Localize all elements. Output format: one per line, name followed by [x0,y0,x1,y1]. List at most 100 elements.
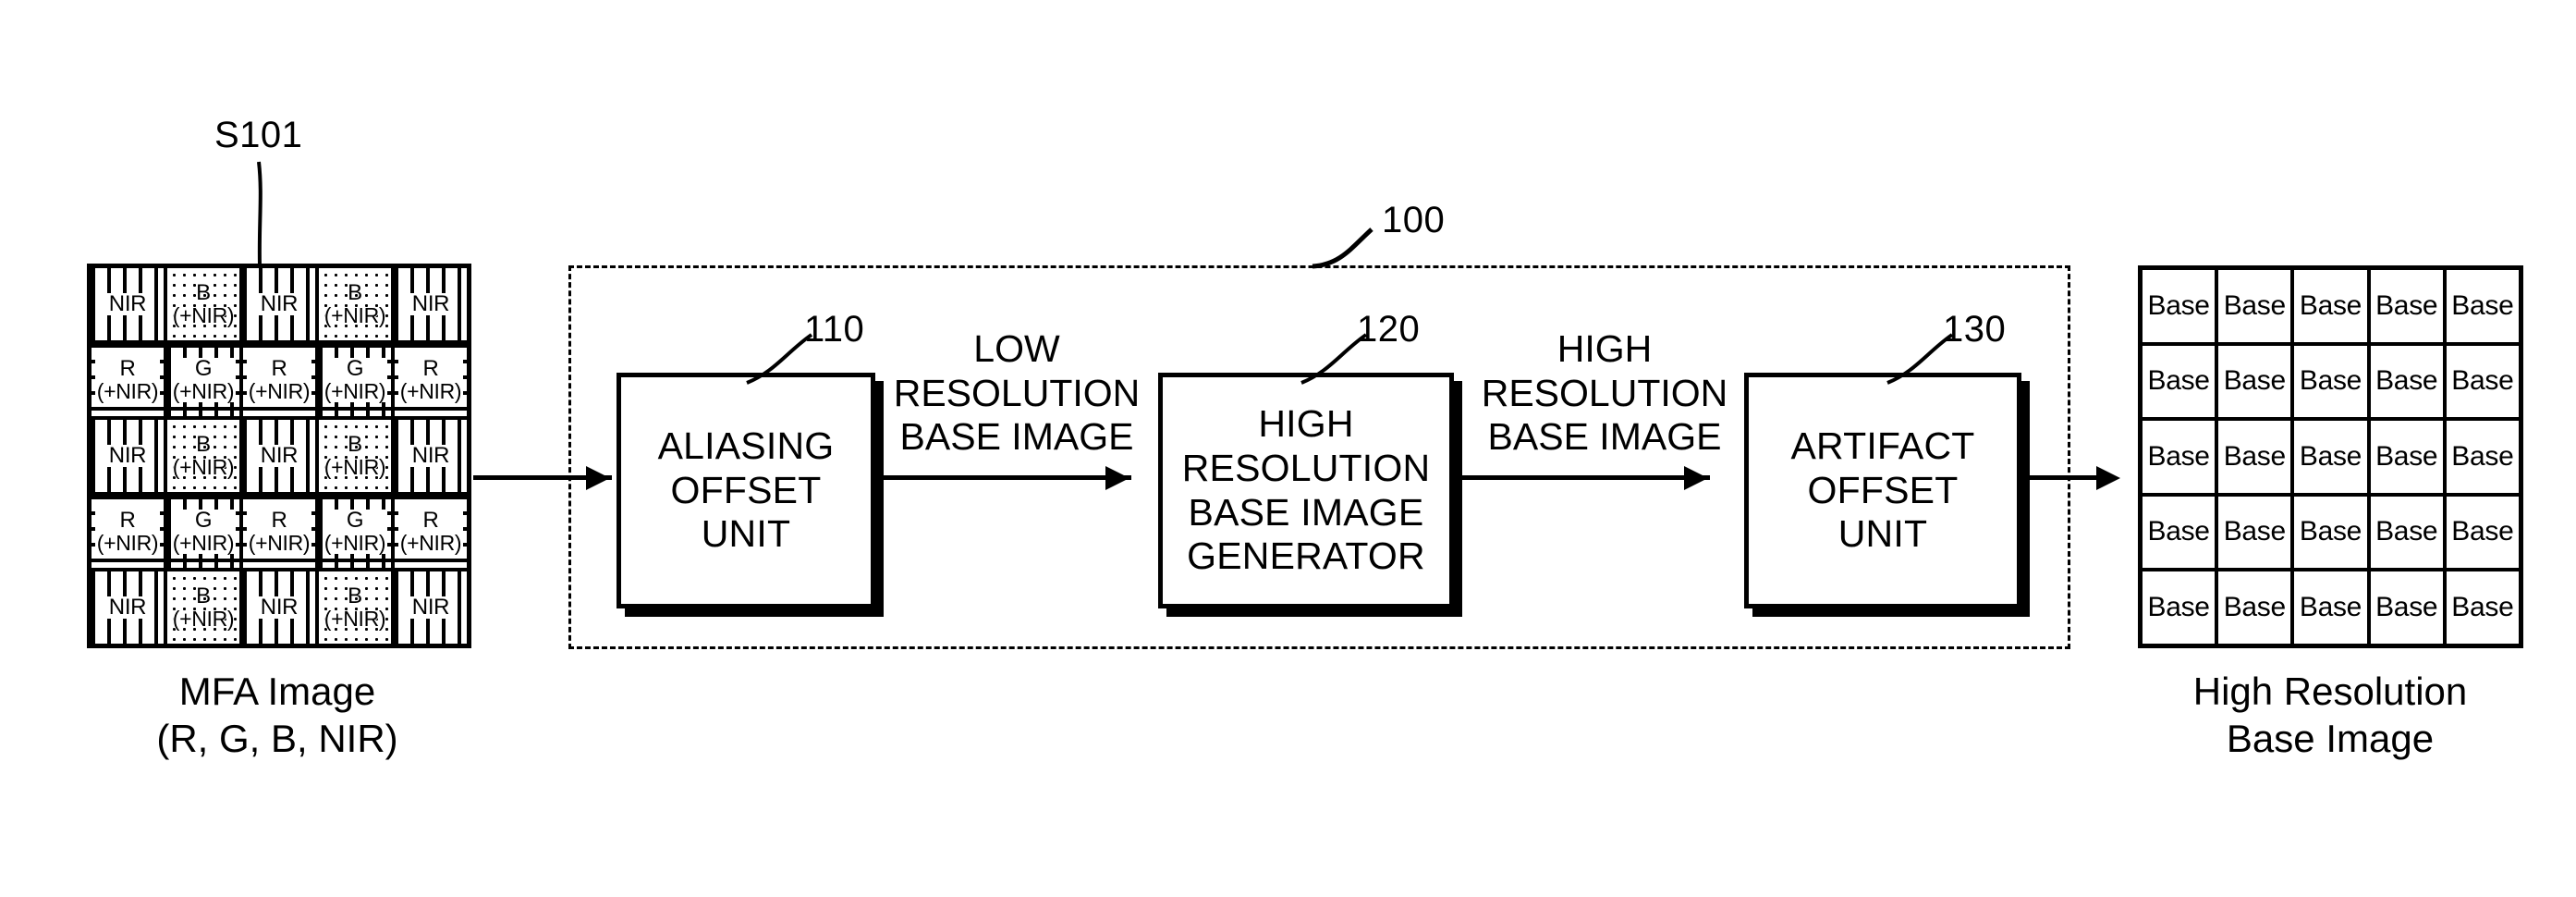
mfa-cell-label: B (+NIR) [172,432,235,479]
block-ref-label-130-leader [1886,333,1954,385]
mfa-cell-r-r2c3: R (+NIR) [243,344,315,416]
mfa-cell-sublabel: (+NIR) [172,454,235,479]
flow-text-line: RESOLUTION [893,371,1141,414]
mfa-cell-r-r2c1: R (+NIR) [92,344,164,416]
mfa-cell-r-r4c3: R (+NIR) [243,496,315,568]
mfa-cell-sublabel: (+NIR) [248,530,311,555]
output-cell-r3c5: Base [2446,421,2519,493]
mfa-cell-sublabel: (+NIR) [248,378,311,403]
output-cell-label: Base [2375,289,2438,321]
output-cell-r1c2: Base [2218,270,2291,342]
output-cell-label: Base [2451,289,2514,321]
mfa-image-caption: MFA Image (R, G, B, NIR) [0,668,555,762]
output-cell-label: Base [2375,440,2438,472]
output-cell-label: Base [2299,365,2362,397]
mfa-cell-sublabel: (+NIR) [96,530,159,555]
mfa-cell-b-r1c4: B (+NIR) [319,268,391,340]
output-cell-r2c4: Base [2370,345,2443,418]
block-ref-label-110-leader [746,333,813,385]
arrow-mfa-to-aliasing-offset-unit-head [586,466,610,490]
output-cell-label: Base [2451,440,2514,472]
mfa-cell-label: G (+NIR) [322,356,388,403]
block-text-line: ALIASING [657,424,835,468]
output-cell-label: Base [2451,365,2514,397]
output-caption-line1: High Resolution [2192,670,2468,713]
output-cell-r3c2: Base [2218,421,2291,493]
flow-high-resolution-base-image: HIGH RESOLUTION BASE IMAGE [1457,327,1752,460]
output-cell-r3c1: Base [2143,421,2216,493]
arrow-aliasing-to-generator-head [1105,466,1129,490]
mfa-cell-nir-r5c3: NIR [243,571,315,644]
high-resolution-base-image-grid: Base Base Base Base Base Base Base Base Base Base… [2138,265,2523,648]
mfa-cell-label: B (+NIR) [324,432,386,479]
output-cell-label: Base [2299,440,2362,472]
mfa-cell-nir-r1c1: NIR [92,268,164,340]
output-cell-label: Base [2451,591,2514,622]
system-ref-label-100-leader [1312,227,1373,269]
mfa-cell-sublabel: (+NIR) [324,378,386,403]
mfa-cell-r-r2c5: R (+NIR) [395,344,467,416]
mfa-cell-label: G (+NIR) [170,508,237,555]
mfa-cell-sublabel: (+NIR) [324,606,386,631]
mfa-image-grid: NIR B (+NIR) NIR B (+NIR) NIR R (+NIR) G (+NIR) R (+… [87,264,471,648]
output-cell-r4c5: Base [2446,496,2519,569]
mfa-cell-sublabel: (+NIR) [172,606,235,631]
output-cell-r2c5: Base [2446,345,2519,418]
block-text-line: OFFSET [670,468,822,511]
mfa-cell-g-r4c2: G (+NIR) [167,496,239,568]
mfa-cell-label: B (+NIR) [172,584,235,631]
flow-text-line: RESOLUTION [1481,371,1728,414]
output-cell-r1c3: Base [2294,270,2367,342]
output-cell-label: Base [2375,591,2438,622]
output-cell-r4c3: Base [2294,496,2367,569]
aliasing-offset-unit[interactable]: ALIASING OFFSET UNIT [617,373,875,608]
mfa-cell-nir-r3c3: NIR [243,420,315,492]
mfa-cell-label: NIR [106,290,149,316]
block-text-line: ARTIFACT [1790,424,1975,468]
output-cell-r1c5: Base [2446,270,2519,342]
mfa-cell-label: R (+NIR) [94,508,161,555]
mfa-cell-sublabel: (+NIR) [399,378,462,403]
block-text-line: UNIT [1837,512,1928,556]
mfa-cell-label: B (+NIR) [324,584,386,631]
mfa-cell-sublabel: (+NIR) [172,302,235,327]
mfa-cell-sublabel: (+NIR) [96,378,159,403]
mfa-cell-nir-r3c1: NIR [92,420,164,492]
output-cell-r1c4: Base [2370,270,2443,342]
mfa-cell-sublabel: (+NIR) [324,302,386,327]
high-resolution-base-image-caption: High Resolution Base Image [2075,668,2576,762]
flow-low-resolution-base-image: LOW RESOLUTION BASE IMAGE [869,327,1165,460]
mfa-cell-label: NIR [409,290,452,316]
arrow-generator-to-artifact-head [1684,466,1708,490]
block-text-line: RESOLUTION [1181,446,1431,489]
block-ref-label-120-leader [1300,333,1368,385]
output-cell-label: Base [2299,289,2362,321]
output-cell-label: Base [2299,516,2362,547]
mfa-cell-nir-r5c1: NIR [92,571,164,644]
output-cell-r4c1: Base [2143,496,2216,569]
block-text-line: HIGH [1258,402,1354,446]
output-cell-r5c4: Base [2370,571,2443,644]
mfa-cell-g-r2c4: G (+NIR) [319,344,391,416]
high-resolution-base-image-generator[interactable]: HIGH RESOLUTION BASE IMAGE GENERATOR [1158,373,1454,608]
mfa-cell-label: B (+NIR) [324,280,386,327]
mfa-cell-sublabel: (+NIR) [324,454,386,479]
aliasing-offset-unit-label: ALIASING OFFSET UNIT [658,424,835,557]
mfa-cell-label: R (+NIR) [397,508,464,555]
mfa-cell-label: NIR [258,442,300,468]
arrow-artifact-to-output-head [2096,466,2120,490]
mfa-cell-label: NIR [409,442,452,468]
output-cell-r2c2: Base [2218,345,2291,418]
high-resolution-base-image-generator-label: HIGH RESOLUTION BASE IMAGE GENERATOR [1182,402,1431,578]
mfa-image-caption-line2: (R, G, B, NIR) [156,717,398,761]
output-cell-label: Base [2147,591,2210,622]
block-text-line: UNIT [701,512,791,556]
output-cell-label: Base [2223,440,2286,472]
artifact-offset-unit[interactable]: ARTIFACT OFFSET UNIT [1744,373,2021,608]
output-cell-label: Base [2223,516,2286,547]
mfa-cell-sublabel: (+NIR) [324,530,386,555]
mfa-cell-sublabel: (+NIR) [399,530,462,555]
mfa-image-caption-line1: MFA Image [178,670,376,713]
mfa-cell-nir-r5c5: NIR [395,571,467,644]
flow-text-line: BASE IMAGE [899,415,1134,459]
